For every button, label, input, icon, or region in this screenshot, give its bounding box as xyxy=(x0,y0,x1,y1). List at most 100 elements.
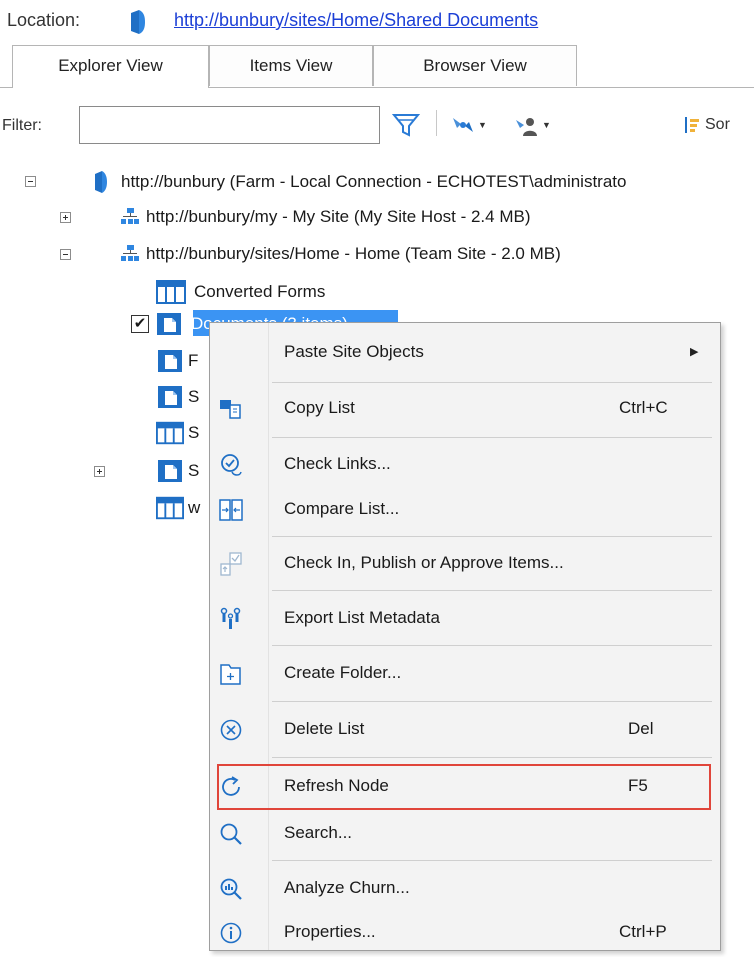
tree-expand-my-site[interactable] xyxy=(60,212,71,223)
tree-node-root[interactable]: http://bunbury (Farm - Local Connection … xyxy=(93,167,626,197)
connect-icon xyxy=(453,118,473,132)
copy-list-icon xyxy=(220,400,241,419)
create-folder-icon xyxy=(220,664,241,685)
info-icon xyxy=(220,922,242,944)
list-icon xyxy=(156,496,184,520)
menu-separator xyxy=(272,437,712,438)
menu-separator xyxy=(272,860,712,861)
document-library-icon xyxy=(158,350,182,372)
site-collection-icon xyxy=(95,171,107,193)
menu-separator xyxy=(272,382,712,383)
search-icon xyxy=(220,823,242,845)
chevron-down-icon: ▼ xyxy=(478,120,487,130)
tree-node-library[interactable]: S xyxy=(156,382,199,412)
location-bar: Location: http://bunbury/sites/Home/Shar… xyxy=(0,0,754,44)
menu-item-analyze-churn[interactable]: Analyze Churn... xyxy=(210,865,720,913)
menu-item-create-folder[interactable]: Create Folder... xyxy=(210,650,720,698)
user-connect-dropdown-button[interactable]: ▼ xyxy=(514,107,551,143)
tree-node-my-site[interactable]: http://bunbury/my - My Site (My Site Hos… xyxy=(120,202,531,232)
tree-node-label: w xyxy=(188,498,201,517)
menu-separator xyxy=(272,757,712,758)
menu-item-shortcut: Del xyxy=(628,719,654,738)
menu-item-paste-site-objects[interactable]: Paste Site Objects ▶ xyxy=(210,329,720,377)
tree-expand-library[interactable] xyxy=(94,466,105,477)
tree-node-list[interactable]: S xyxy=(156,418,199,448)
menu-item-label: Export List Metadata xyxy=(284,608,440,627)
menu-separator xyxy=(272,536,712,537)
menu-item-label: Create Folder... xyxy=(284,663,402,682)
document-library-icon xyxy=(158,460,182,482)
menu-item-compare-list[interactable]: Compare List... xyxy=(210,486,720,534)
sort-icon xyxy=(685,117,699,133)
list-icon xyxy=(156,280,186,304)
menu-item-label: Check In, Publish or Approve Items... xyxy=(284,553,564,572)
document-library-icon xyxy=(158,386,182,408)
tab-items-view[interactable]: Items View xyxy=(209,45,373,86)
menu-item-delete-list[interactable]: Delete List Del xyxy=(210,706,720,754)
document-library-icon xyxy=(157,313,181,335)
tree-node-label: S xyxy=(188,423,200,442)
menu-item-label: Search... xyxy=(284,823,353,842)
menu-item-export-list-metadata[interactable]: Export List Metadata xyxy=(210,595,720,643)
sort-button[interactable]: Sor xyxy=(683,115,730,135)
view-tabs: Explorer View Items View Browser View xyxy=(0,45,754,88)
filter-label: Filter: xyxy=(2,117,42,134)
menu-item-check-links[interactable]: Check Links... xyxy=(210,441,720,489)
tree-node-library[interactable]: F xyxy=(156,346,198,376)
menu-item-check-in-publish-approve[interactable]: Check In, Publish or Approve Items... xyxy=(210,540,720,588)
sort-label: Sor xyxy=(705,116,730,133)
tree-collapse-root[interactable] xyxy=(25,176,36,187)
menu-item-label: Compare List... xyxy=(284,499,400,518)
menu-item-label: Analyze Churn... xyxy=(284,878,410,897)
tree-collapse-home-site[interactable] xyxy=(60,249,71,260)
tree-node-label: F xyxy=(188,351,199,370)
chevron-down-icon: ▼ xyxy=(542,120,551,130)
menu-separator xyxy=(272,590,712,591)
menu-separator xyxy=(272,701,712,702)
menu-item-label: Check Links... xyxy=(284,454,391,473)
tree-node-label: S xyxy=(188,461,200,480)
tab-explorer-view[interactable]: Explorer View xyxy=(12,45,209,88)
tree-node-library[interactable]: S xyxy=(156,456,199,486)
delete-icon xyxy=(220,719,242,741)
check-in-icon xyxy=(220,552,242,576)
tree-node-home-site[interactable]: http://bunbury/sites/Home - Home (Team S… xyxy=(120,239,561,269)
connect-dropdown-button[interactable]: ▼ xyxy=(450,107,487,143)
location-url-link[interactable]: http://bunbury/sites/Home/Shared Documen… xyxy=(174,10,538,31)
export-metadata-icon xyxy=(220,607,241,629)
tree-node-label: http://bunbury (Farm - Local Connection … xyxy=(121,172,627,191)
tab-browser-view[interactable]: Browser View xyxy=(373,45,577,86)
tree-node-label: http://bunbury/sites/Home - Home (Team S… xyxy=(146,244,561,263)
menu-item-shortcut: Ctrl+C xyxy=(619,398,668,417)
user-connect-icon xyxy=(516,118,537,136)
tree-node-label: Converted Forms xyxy=(194,282,326,301)
menu-item-copy-list[interactable]: Copy List Ctrl+C xyxy=(210,385,720,433)
tree-node-list[interactable]: w xyxy=(156,493,200,523)
menu-item-label: Copy List xyxy=(284,398,355,417)
site-collection-icon xyxy=(131,10,145,34)
location-label: Location: xyxy=(7,10,81,30)
menu-item-label: Delete List xyxy=(284,719,365,738)
site-hierarchy-icon xyxy=(121,208,139,224)
menu-item-shortcut: Ctrl+P xyxy=(619,922,667,941)
compare-icon xyxy=(219,499,243,521)
toolbar-separator xyxy=(436,110,437,136)
checkmark-icon: ✔ xyxy=(131,315,149,333)
funnel-icon xyxy=(391,114,421,137)
filter-funnel-button[interactable] xyxy=(391,107,421,143)
analyze-churn-icon xyxy=(220,878,242,900)
list-icon xyxy=(156,421,184,445)
tree-node-list[interactable]: Converted Forms xyxy=(156,277,325,307)
tree-node-label: S xyxy=(188,387,200,406)
menu-item-label: Properties... xyxy=(284,922,376,941)
menu-separator xyxy=(272,645,712,646)
context-menu: Paste Site Objects ▶ Copy List Ctrl+C Ch… xyxy=(209,322,721,951)
menu-item-label: Paste Site Objects xyxy=(284,342,424,361)
menu-item-search[interactable]: Search... xyxy=(210,810,720,858)
tree-node-label: http://bunbury/my - My Site (My Site Hos… xyxy=(146,207,531,226)
refresh-highlight-box xyxy=(217,764,711,810)
site-hierarchy-icon xyxy=(121,245,139,261)
submenu-arrow-icon: ▶ xyxy=(690,346,699,358)
menu-item-properties[interactable]: Properties... Ctrl+P xyxy=(210,909,720,957)
filter-input[interactable] xyxy=(79,106,380,144)
